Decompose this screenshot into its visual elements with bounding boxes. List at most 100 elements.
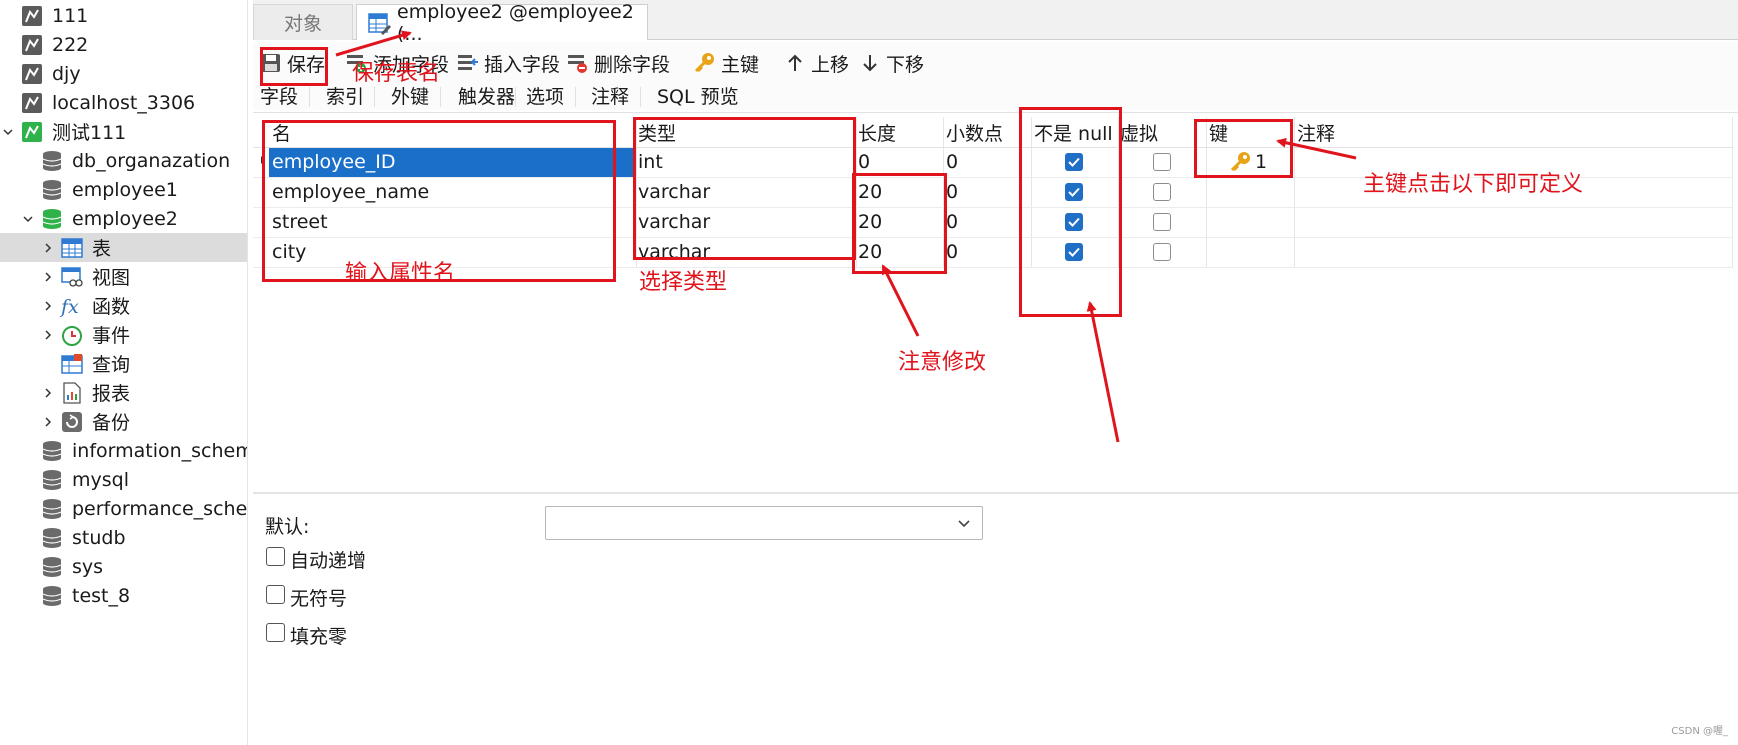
- insert-field-button[interactable]: 插入字段: [456, 48, 560, 78]
- nav-item-label: 备份: [92, 412, 131, 434]
- database-open-icon: [40, 207, 64, 231]
- zerofill-label: 填充零: [290, 626, 348, 648]
- field-length-cell[interactable]: 0: [858, 151, 870, 173]
- unsigned-checkbox[interactable]: [266, 585, 285, 604]
- field-decimals-cell[interactable]: 0: [946, 181, 958, 203]
- nav-item-db-organazation[interactable]: db_organazation: [0, 146, 247, 175]
- nav-item-performance-schema[interactable]: performance_schema: [0, 494, 247, 523]
- annotation-note-modify: 注意修改: [898, 350, 987, 375]
- subtab-indexes[interactable]: 索引: [326, 84, 364, 110]
- toolbar: 保存 添加字段 插入字段 删除字段 主键 上移 下移: [253, 42, 1738, 84]
- unsigned-label: 无符号: [290, 588, 348, 610]
- database-icon: [40, 526, 64, 550]
- column-header-virtual[interactable]: 虚拟: [1120, 119, 1158, 146]
- nav-item-label: employee2: [72, 207, 178, 230]
- nav-item-reports[interactable]: 报表: [0, 378, 247, 407]
- tab-objects[interactable]: 对象: [253, 4, 353, 40]
- column-header-length[interactable]: 长度: [858, 119, 896, 146]
- field-decimals-cell[interactable]: 0: [946, 211, 958, 233]
- tab-label: employee2 @employee2 (...: [397, 0, 634, 45]
- nav-item-111[interactable]: 111: [0, 1, 247, 30]
- nav-item-information-schema[interactable]: information_schema: [0, 436, 248, 465]
- nav-item-djy[interactable]: djy: [0, 59, 247, 88]
- nav-item-employee2[interactable]: employee2: [0, 204, 247, 233]
- database-icon: [40, 178, 64, 202]
- virtual-checkbox[interactable]: [1153, 183, 1171, 201]
- svg-text:fx: fx: [60, 296, 79, 317]
- move-down-button[interactable]: 下移: [858, 48, 924, 78]
- annotation-box-key-column: [1194, 119, 1293, 178]
- chevron-right-icon[interactable]: [40, 269, 56, 285]
- nav-item-functions[interactable]: fx 函数: [0, 291, 247, 320]
- subtab-foreign-keys[interactable]: 外键: [391, 84, 429, 110]
- database-icon: [40, 497, 64, 521]
- backup-icon: [60, 410, 84, 434]
- nav-item-localhost-3306[interactable]: localhost_3306: [0, 88, 247, 117]
- zerofill-checkbox[interactable]: [266, 623, 285, 642]
- chevron-right-icon[interactable]: [40, 298, 56, 314]
- nav-item-employee1[interactable]: employee1: [0, 175, 247, 204]
- database-icon: [40, 555, 64, 579]
- subtab-triggers[interactable]: 触发器: [458, 84, 515, 110]
- subtab-options[interactable]: 选项: [526, 84, 564, 110]
- column-header-comment[interactable]: 注释: [1297, 119, 1335, 146]
- nav-item-label: studb: [72, 526, 126, 549]
- virtual-checkbox[interactable]: [1153, 243, 1171, 261]
- nav-item-222[interactable]: 222: [0, 30, 247, 59]
- subtab-divider: [374, 87, 375, 107]
- key-icon: [693, 51, 717, 75]
- event-icon: [60, 323, 84, 347]
- database-icon: [40, 149, 64, 173]
- arrow-down-icon: [858, 51, 882, 75]
- report-icon: [60, 381, 84, 405]
- nav-item-events[interactable]: 事件: [0, 320, 247, 349]
- delete-field-button[interactable]: 删除字段: [566, 48, 670, 78]
- auto-increment-checkbox[interactable]: [266, 547, 285, 566]
- default-label: 默认:: [265, 516, 310, 538]
- chevron-down-icon[interactable]: [20, 211, 36, 227]
- nav-item-ceshi111[interactable]: 测试111: [0, 117, 247, 146]
- annotation-primary-key-hint: 主键点击以下即可定义: [1363, 172, 1584, 197]
- default-value-select[interactable]: [545, 506, 983, 540]
- chevron-right-icon[interactable]: [40, 240, 56, 256]
- auto-increment-label: 自动递增: [290, 550, 367, 572]
- nav-item-label: information_schema: [72, 439, 248, 462]
- nav-item-studb[interactable]: studb: [0, 523, 247, 552]
- nav-item-sys[interactable]: sys: [0, 552, 247, 581]
- nav-item-queries[interactable]: 查询: [0, 349, 247, 378]
- tab-table-design[interactable]: employee2 @employee2 (...: [356, 1, 648, 45]
- subtab-sql-preview[interactable]: SQL 预览: [657, 84, 739, 110]
- chevron-right-icon[interactable]: [40, 327, 56, 343]
- subtab-comments[interactable]: 注释: [591, 84, 629, 110]
- nav-item-label: 报表: [92, 383, 131, 405]
- nav-item-views[interactable]: 视图: [0, 262, 247, 291]
- annotation-save-table-name: 保存表名: [352, 61, 441, 86]
- annotation-box-not-null-column: [1019, 107, 1122, 317]
- column-header-decimals[interactable]: 小数点: [946, 119, 1003, 146]
- nav-item-test-8[interactable]: test_8: [0, 581, 247, 610]
- nav-item-mysql[interactable]: mysql: [0, 465, 247, 494]
- function-icon: fx: [60, 294, 84, 318]
- field-decimals-cell[interactable]: 0: [946, 151, 958, 173]
- virtual-checkbox[interactable]: [1153, 153, 1171, 171]
- nav-item-backups[interactable]: 备份: [0, 407, 247, 436]
- subtab-divider: [515, 87, 516, 107]
- virtual-checkbox[interactable]: [1153, 213, 1171, 231]
- chevron-right-icon[interactable]: [40, 385, 56, 401]
- nav-item-tables[interactable]: 表: [0, 233, 247, 262]
- connection-icon: [20, 91, 44, 115]
- field-decimals-cell[interactable]: 0: [946, 241, 958, 263]
- database-icon: [40, 584, 64, 608]
- arrow-up-icon: [783, 51, 807, 75]
- watermark: CSDN @喔_: [1671, 726, 1728, 737]
- nav-item-label: 表: [92, 238, 112, 260]
- primary-key-button[interactable]: 主键: [693, 48, 759, 78]
- nav-item-label: 111: [52, 4, 89, 27]
- subtab-fields[interactable]: 字段: [260, 84, 298, 110]
- chevron-right-icon[interactable]: [40, 414, 56, 430]
- connection-icon: [20, 4, 44, 28]
- move-up-button[interactable]: 上移: [783, 48, 849, 78]
- nav-item-label: 事件: [92, 325, 131, 347]
- annotation-box-length-column: [852, 173, 947, 274]
- chevron-down-icon[interactable]: [0, 124, 16, 140]
